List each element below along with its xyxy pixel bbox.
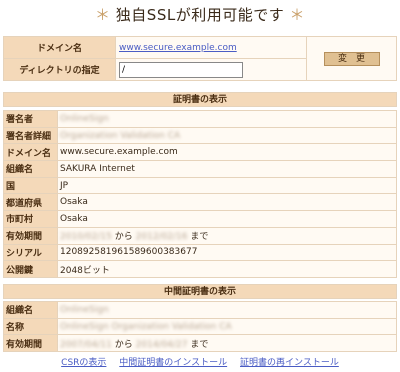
footer-links: CSRの表示 中間証明書のインストール 証明書の再インストール <box>0 355 400 368</box>
directory-input[interactable] <box>119 61 243 78</box>
table-row: 公開鍵 2048ビット <box>3 260 397 278</box>
table-row: 都道府県 Osaka <box>3 193 397 212</box>
page-title: ＊ 独自SSLが利用可能です ＊ <box>0 4 400 26</box>
table-row: 署名者 OnlineSign <box>3 110 397 128</box>
table-row: 市町村 Osaka <box>3 210 397 228</box>
validity-from: 2010/02/15 <box>60 232 112 243</box>
pubkey-label: 公開鍵 <box>3 260 58 278</box>
certificate-heading: 証明書の表示 <box>3 92 397 107</box>
validity-from-word: から <box>114 232 133 243</box>
table-row: 名称 OnlineSign Organization Validation CA <box>3 317 397 336</box>
intermediate-heading: 中間証明書の表示 <box>3 284 397 299</box>
validity-from: 2007/04/11 <box>60 339 112 350</box>
row-label: 組織名 <box>3 160 58 178</box>
validity-value: 2007/04/11 から 2014/04/27 まで <box>57 334 397 353</box>
validity-to-word: まで <box>190 232 209 243</box>
validity-label: 有効期間 <box>3 226 58 245</box>
row-value: Osaka <box>57 193 397 212</box>
validity-from-word: から <box>114 339 133 350</box>
validity-to: 2014/04/27 <box>135 339 188 350</box>
table-row: 組織名 SAKURA Internet <box>3 160 397 178</box>
row-value: OnlineSign <box>60 304 109 315</box>
intermediate-install-link[interactable]: 中間証明書のインストール <box>119 358 227 368</box>
intermediate-table: 組織名 OnlineSign 名称 OnlineSign Organizatio… <box>3 301 397 353</box>
domain-link[interactable]: www.secure.example.com <box>119 43 237 53</box>
row-label: 都道府県 <box>3 193 58 212</box>
settings-form: ドメイン名 www.secure.example.com 変 更 ディレクトリの… <box>3 36 397 81</box>
row-label: ドメイン名 <box>3 143 58 162</box>
csr-view-link[interactable]: CSRの表示 <box>61 358 106 368</box>
row-value: Organization Validation CA <box>60 130 181 141</box>
table-row: 組織名 OnlineSign <box>3 301 397 319</box>
row-label: 市町村 <box>3 210 58 228</box>
table-row: 有効期間 2007/04/11 から 2014/04/27 まで <box>3 334 397 353</box>
row-label: 名称 <box>3 317 58 336</box>
change-button[interactable]: 変 更 <box>323 51 380 66</box>
row-value: Osaka <box>57 210 397 228</box>
row-label: 国 <box>3 176 58 195</box>
table-row: 署名者詳細 Organization Validation CA <box>3 126 397 145</box>
table-row: 有効期間 2010/02/15 から 2012/02/16 まで <box>3 226 397 245</box>
serial-label: シリアル <box>3 243 58 262</box>
title-star-left: ＊ <box>95 6 111 24</box>
serial-value: 120892581961589600383677 <box>57 243 397 262</box>
pubkey-value: 2048ビット <box>57 260 397 278</box>
validity-to-word: まで <box>190 339 209 350</box>
validity-to: 2012/02/16 <box>135 232 188 243</box>
row-value: OnlineSign <box>60 113 109 124</box>
row-label: 組織名 <box>3 301 58 319</box>
table-row: ドメイン名 www.secure.example.com <box>3 143 397 162</box>
domain-label: ドメイン名 <box>3 36 116 59</box>
cert-reinstall-link[interactable]: 証明書の再インストール <box>240 358 339 368</box>
row-value: OnlineSign Organization Validation CA <box>60 321 232 332</box>
table-row: シリアル 120892581961589600383677 <box>3 243 397 262</box>
certificate-table: 署名者 OnlineSign 署名者詳細 Organization Valida… <box>3 110 397 278</box>
row-value: www.secure.example.com <box>57 143 397 162</box>
validity-value: 2010/02/15 から 2012/02/16 まで <box>57 226 397 245</box>
row-value: JP <box>57 176 397 195</box>
directory-label: ディレクトリの指定 <box>3 58 116 81</box>
validity-label: 有効期間 <box>3 334 58 353</box>
row-label: 署名者詳細 <box>3 126 58 145</box>
row-value: SAKURA Internet <box>57 160 397 178</box>
table-row: 国 JP <box>3 176 397 195</box>
row-label: 署名者 <box>3 110 58 128</box>
title-star-right: ＊ <box>289 6 305 24</box>
title-text: 独自SSLが利用可能です <box>115 6 285 24</box>
